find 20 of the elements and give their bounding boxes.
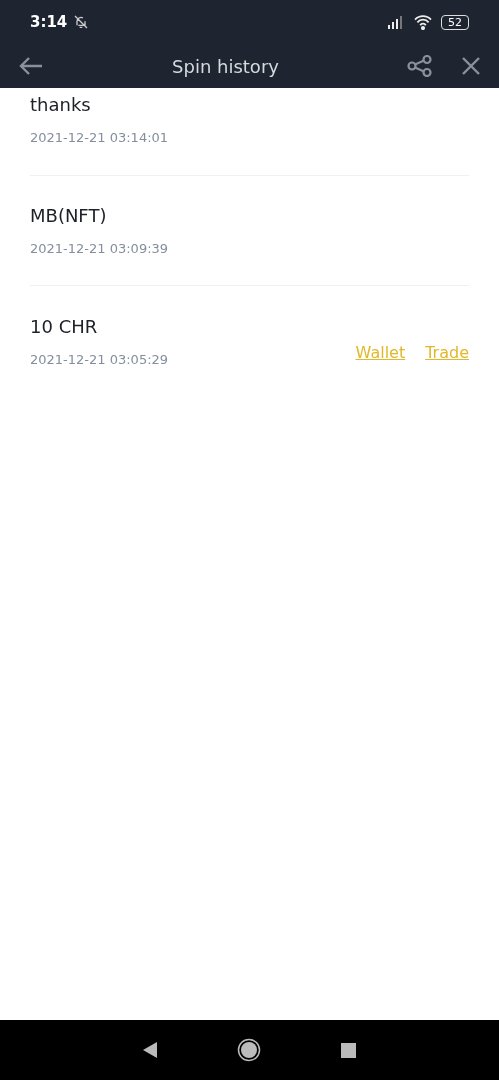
signal-icon — [387, 15, 405, 29]
clock-time: 3:14 — [30, 11, 68, 33]
wifi-icon — [413, 14, 433, 30]
close-icon[interactable] — [461, 56, 481, 76]
entry-time: 2021-12-21 03:05:29 — [30, 350, 169, 369]
entry-time: 2021-12-21 03:14:01 — [30, 129, 169, 148]
back-arrow-icon[interactable] — [18, 56, 44, 76]
home-circle-icon[interactable] — [237, 1038, 261, 1062]
battery-level: 52 — [441, 14, 469, 30]
page-title: Spin history — [171, 54, 280, 79]
entry-time: 2021-12-21 03:09:39 — [30, 240, 169, 259]
entry-title: thanks — [30, 93, 92, 118]
entry-title: MB(NFT) — [30, 204, 108, 229]
back-triangle-icon[interactable] — [143, 1042, 157, 1058]
entry-title: 10 CHR — [30, 314, 99, 339]
muted-bell-icon — [73, 14, 90, 30]
link[interactable]: Trade — [425, 341, 469, 365]
share-icon[interactable] — [407, 55, 433, 77]
recents-square-icon[interactable] — [341, 1042, 356, 1058]
link[interactable]: Wallet — [355, 341, 406, 365]
